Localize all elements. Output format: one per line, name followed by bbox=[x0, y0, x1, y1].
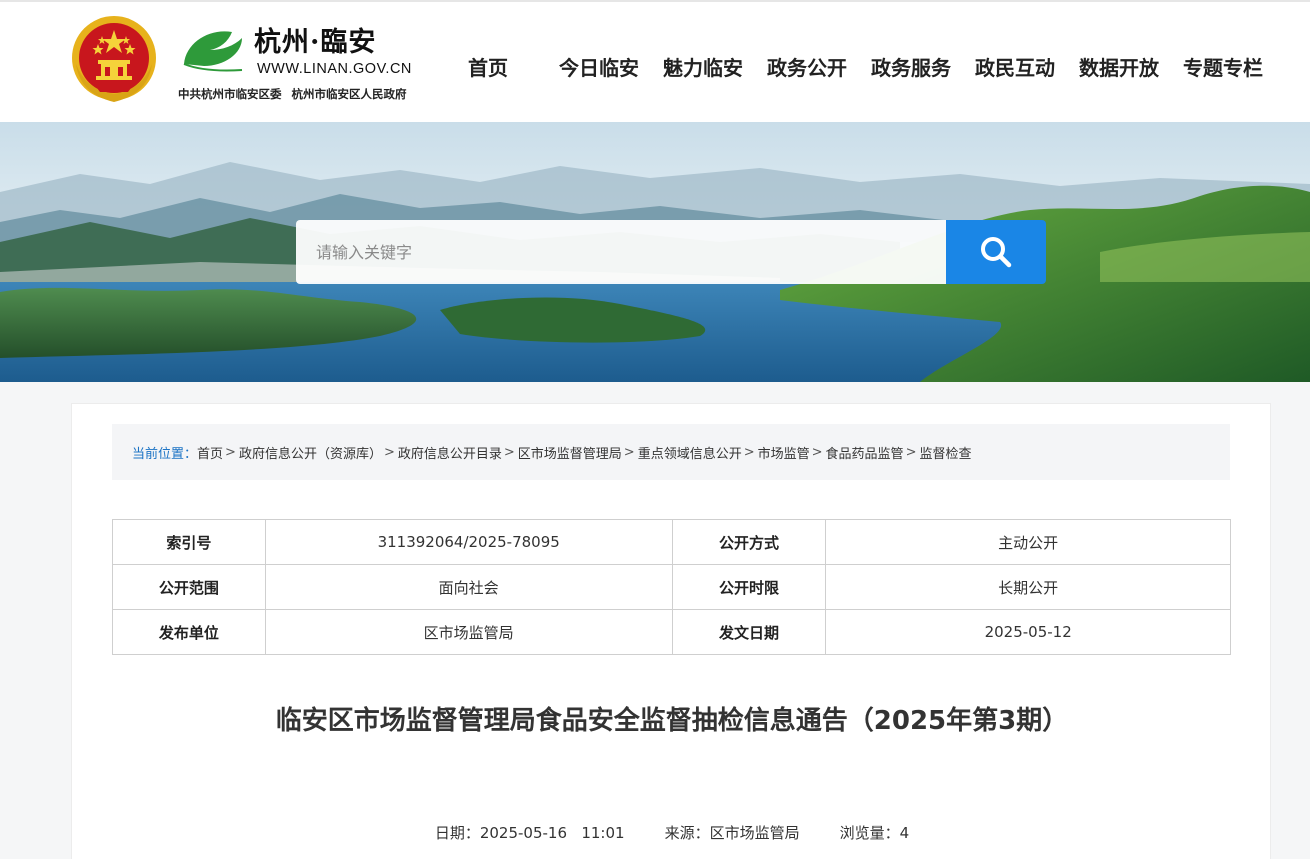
site-header: 杭州·臨安 WWW.LINAN.GOV.CN 中共杭州市临安区委 杭州市临安区人民… bbox=[0, 0, 1310, 122]
national-emblem-icon[interactable] bbox=[70, 14, 158, 106]
breadcrumb-separator: > bbox=[905, 444, 917, 460]
nav-item-home[interactable]: 首页 bbox=[455, 52, 521, 81]
article-title: 临安区市场监督管理局食品安全监督抽检信息通告（2025年第3期） bbox=[275, 706, 1069, 736]
breadcrumb-item-food-drug[interactable]: 食品药品监管 bbox=[826, 443, 904, 462]
views-label: 浏览量： bbox=[839, 824, 900, 842]
search-icon bbox=[981, 237, 1012, 268]
info-meta-table: 索引号 311392064/2025-78095 公开方式 主动公开 公开范围 … bbox=[112, 519, 1231, 655]
breadcrumb-item-home[interactable]: 首页 bbox=[197, 443, 223, 462]
publish-date: 2025-05-16 11:01 bbox=[479, 824, 625, 842]
hero-banner bbox=[0, 122, 1310, 382]
meta-value-scope: 面向社会 bbox=[264, 564, 673, 610]
site-name: 杭州·臨安 bbox=[254, 27, 377, 58]
breadcrumb-lead: 当前位置： bbox=[132, 446, 198, 462]
nav-item-services[interactable]: 政务服务 bbox=[859, 52, 963, 81]
breadcrumb-separator: > bbox=[811, 444, 823, 460]
view-count: 4 bbox=[899, 824, 910, 842]
org-government: 杭州市临安区人民政府 bbox=[291, 87, 407, 101]
meta-value-open-mode: 主动公开 bbox=[825, 519, 1231, 565]
breadcrumb-separator: > bbox=[225, 444, 236, 460]
search-button[interactable] bbox=[946, 220, 1046, 284]
nav-item-special[interactable]: 专题专栏 bbox=[1171, 52, 1275, 81]
meta-label-publisher: 发布单位 bbox=[112, 609, 266, 655]
breadcrumb: 当前位置： 首页 > 政府信息公开（资源库） > 政府信息公开目录 > 区市场监督管理… bbox=[112, 424, 1230, 480]
ginkgo-leaf-icon bbox=[180, 28, 246, 74]
nav-item-interaction[interactable]: 政民互动 bbox=[963, 52, 1067, 81]
breadcrumb-item-bureau[interactable]: 区市场监督管理局 bbox=[518, 443, 622, 462]
meta-label-issue-date: 发文日期 bbox=[671, 609, 827, 655]
article-source: 区市场监管局 bbox=[709, 824, 800, 842]
date-label: 日期： bbox=[434, 824, 480, 842]
meta-value-issue-date: 2025-05-12 bbox=[825, 609, 1231, 655]
meta-label-index-no: 索引号 bbox=[112, 519, 266, 565]
main-nav: 首页 今日临安 魅力临安 政务公开 政务服务 政民互动 数据开放 专题专栏 bbox=[455, 52, 1275, 81]
meta-value-period: 长期公开 bbox=[825, 564, 1231, 610]
breadcrumb-item-resource[interactable]: 政府信息公开（资源库） bbox=[239, 443, 382, 462]
nav-item-gov-affairs[interactable]: 政务公开 bbox=[755, 52, 859, 81]
meta-label-open-mode: 公开方式 bbox=[671, 519, 827, 565]
nav-item-today[interactable]: 今日临安 bbox=[547, 52, 651, 81]
source-label: 来源： bbox=[664, 824, 710, 842]
table-row: 公开范围 面向社会 公开时限 长期公开 bbox=[112, 564, 1231, 610]
breadcrumb-item-key-areas[interactable]: 重点领域信息公开 bbox=[638, 443, 742, 462]
meta-label-period: 公开时限 bbox=[671, 564, 827, 610]
article-meta: 日期：2025-05-16 11:01 来源：区市场监管局 浏览量：4 bbox=[72, 822, 1272, 843]
site-organizations: 中共杭州市临安区委 杭州市临安区人民政府 bbox=[178, 86, 407, 102]
meta-value-index-no: 311392064/2025-78095 bbox=[264, 519, 673, 565]
nav-item-charm[interactable]: 魅力临安 bbox=[651, 52, 755, 81]
org-committee: 中共杭州市临安区委 bbox=[178, 87, 282, 101]
meta-label-scope: 公开范围 bbox=[112, 564, 266, 610]
meta-value-publisher: 区市场监管局 bbox=[264, 609, 673, 655]
breadcrumb-item-catalog[interactable]: 政府信息公开目录 bbox=[398, 443, 502, 462]
breadcrumb-item-market[interactable]: 市场监管 bbox=[758, 443, 810, 462]
search-input[interactable] bbox=[296, 220, 946, 284]
article-container: 当前位置： 首页 > 政府信息公开（资源库） > 政府信息公开目录 > 区市场监督管理… bbox=[71, 403, 1271, 859]
breadcrumb-separator: > bbox=[383, 444, 395, 460]
site-url: WWW.LINAN.GOV.CN bbox=[257, 61, 412, 77]
table-row: 发布单位 区市场监管局 发文日期 2025-05-12 bbox=[112, 609, 1231, 655]
breadcrumb-separator: > bbox=[503, 444, 515, 460]
nav-item-open-data[interactable]: 数据开放 bbox=[1067, 52, 1171, 81]
breadcrumb-separator: > bbox=[623, 444, 635, 460]
table-row: 索引号 311392064/2025-78095 公开方式 主动公开 bbox=[112, 519, 1231, 565]
breadcrumb-item-inspection[interactable]: 监督检查 bbox=[919, 443, 971, 462]
breadcrumb-separator: > bbox=[743, 444, 755, 460]
